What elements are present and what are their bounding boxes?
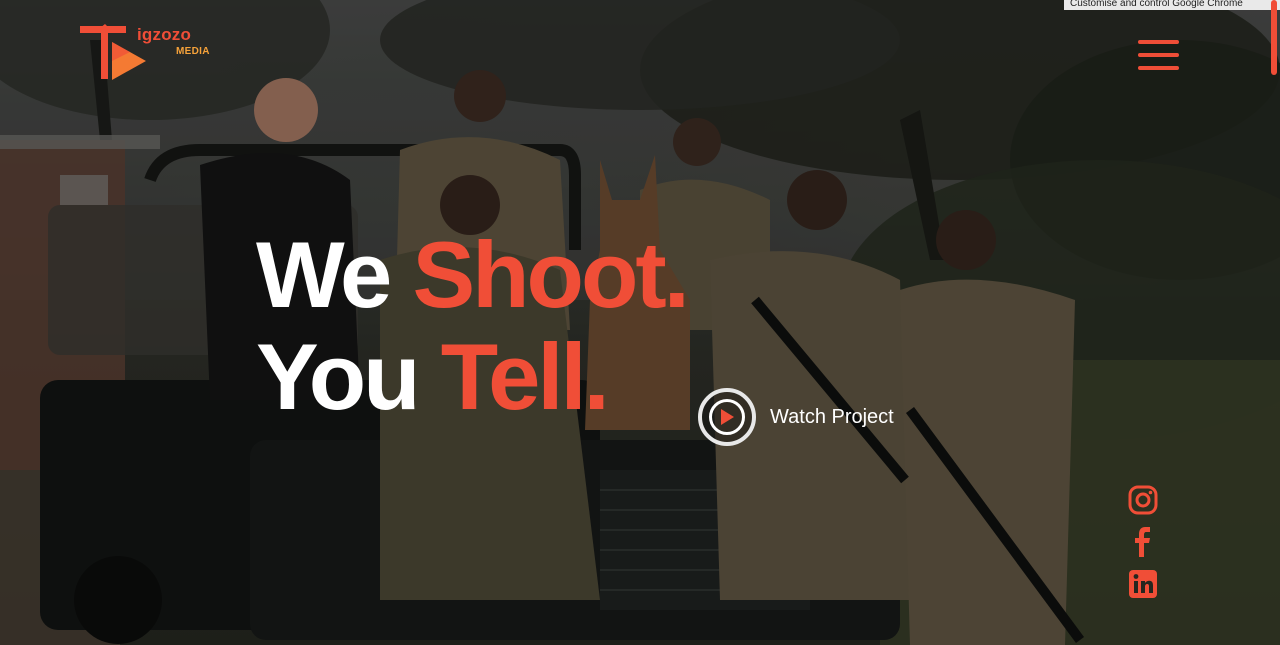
watch-play-inner [709, 399, 745, 435]
headline-you: You [256, 324, 421, 429]
instagram-icon [1128, 485, 1158, 515]
facebook-icon [1135, 527, 1150, 557]
headline-line-2: You Tell. [256, 326, 687, 428]
facebook-link[interactable] [1126, 525, 1160, 559]
play-icon [721, 409, 734, 425]
hero-section: igzozo MEDIA Customise and control Googl… [0, 0, 1280, 645]
watch-play-ring [698, 388, 756, 446]
hero-headline: We Shoot. You Tell. [256, 222, 690, 428]
linkedin-link[interactable] [1126, 567, 1160, 601]
site-logo[interactable]: igzozo MEDIA [78, 24, 228, 82]
browser-tooltip: Customise and control Google Chrome [1064, 0, 1280, 10]
headline-tell: Tell. [440, 324, 610, 429]
watch-project-label: Watch Project [770, 405, 894, 428]
linkedin-icon [1129, 570, 1157, 598]
headline-we: We [256, 222, 392, 327]
headline-shoot: Shoot. [412, 222, 689, 327]
watch-project-button[interactable]: Watch Project [698, 388, 894, 446]
instagram-link[interactable] [1126, 483, 1160, 517]
headline-line-1: We Shoot. [256, 222, 690, 327]
logo-subtitle: MEDIA [176, 46, 210, 57]
scrollbar-thumb[interactable] [1271, 0, 1277, 75]
logo-wordmark: igzozo [137, 25, 192, 44]
hamburger-menu-icon[interactable] [1138, 40, 1180, 72]
